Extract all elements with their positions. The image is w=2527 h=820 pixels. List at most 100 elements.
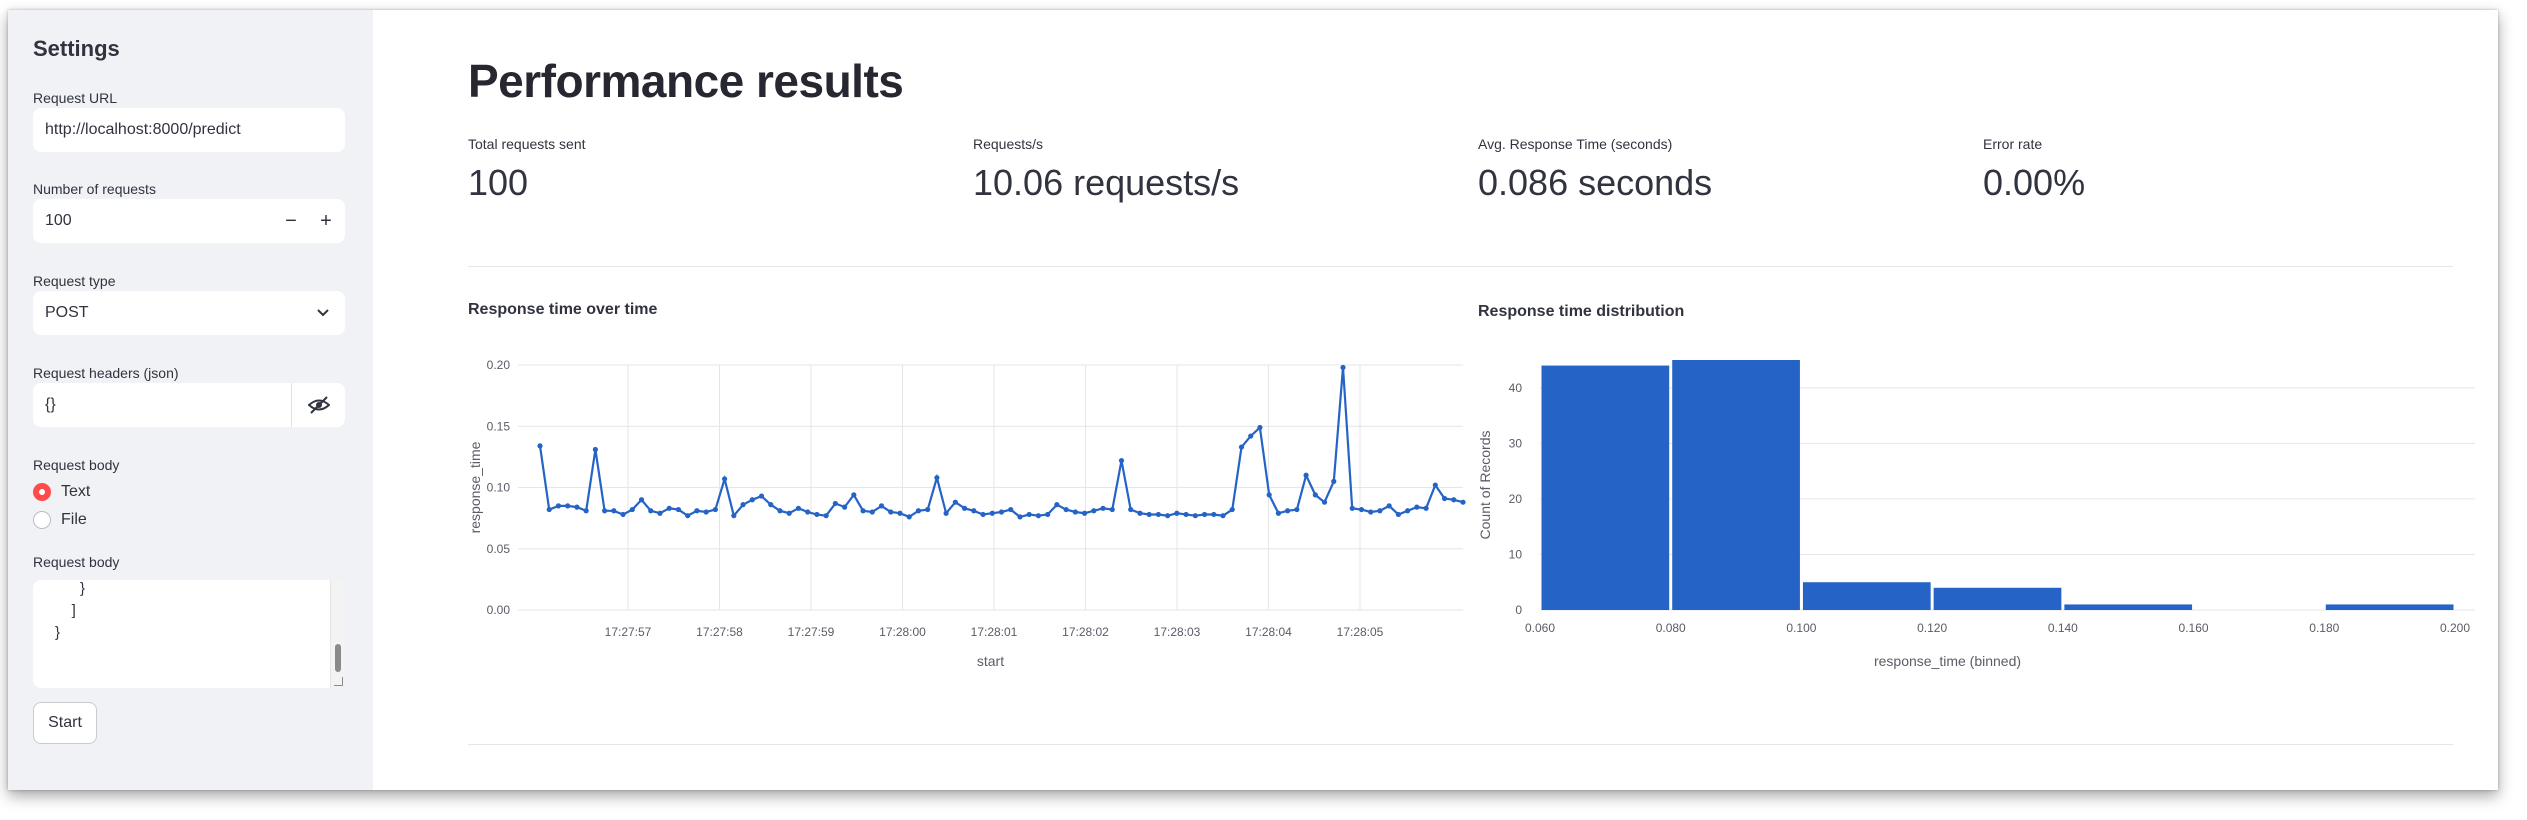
num-requests-input[interactable]: 100 − + (33, 199, 345, 243)
x-tick-label: 0.060 (1525, 621, 1555, 635)
data-point (971, 508, 977, 514)
data-point (638, 497, 645, 503)
data-point (611, 508, 617, 514)
data-point (1303, 472, 1309, 478)
data-point (1377, 508, 1383, 514)
data-point (1395, 511, 1401, 518)
decrement-button[interactable]: − (273, 199, 309, 243)
divider (468, 266, 2453, 267)
page-title: Performance results (468, 55, 904, 107)
url-input-value: http://localhost:8000/predict (45, 121, 241, 138)
data-point (786, 510, 792, 516)
data-point (897, 510, 903, 516)
data-point (731, 513, 737, 519)
metric-label: Avg. Response Time (seconds) (1478, 136, 1673, 152)
radio-file[interactable]: File (33, 511, 87, 529)
data-point (546, 506, 552, 513)
request-body-textarea[interactable]: } ] } (33, 580, 345, 688)
headers-value: {} (45, 396, 56, 413)
increment-button[interactable]: + (308, 199, 344, 243)
histogram-bar (2325, 604, 2454, 610)
data-point (1008, 506, 1014, 513)
data-point (648, 508, 654, 514)
data-point (961, 505, 968, 511)
data-point (823, 513, 829, 519)
url-label: Request URL (33, 90, 118, 106)
data-point (777, 508, 783, 514)
data-point (1340, 364, 1346, 371)
metric-label: Error rate (1983, 136, 2043, 152)
start-button[interactable]: Start (33, 702, 97, 744)
x-axis-title: response_time (binned) (1874, 653, 2021, 669)
metric-label: Total requests sent (468, 136, 586, 152)
x-tick-label: 0.160 (2179, 621, 2209, 635)
line-chart-title: Response time over time (468, 301, 658, 318)
data-point (1063, 506, 1069, 513)
metric-label: Requests/s (973, 136, 1044, 152)
x-tick-label: 0.200 (2440, 621, 2470, 635)
data-point (915, 508, 922, 514)
num-requests-label: Number of requests (33, 181, 156, 197)
textarea-scrollbar[interactable] (330, 580, 345, 688)
y-tick-label: 10 (1509, 547, 1523, 561)
response-time-line-chart: 0.00 0.05 0.10 0.15 0.20 17:27:57 17:27:58 17:2… (468, 358, 1466, 669)
x-tick-label: 17:28:05 (1337, 625, 1384, 639)
data-point (666, 505, 672, 511)
data-point (1451, 497, 1457, 503)
headers-input[interactable]: {} (33, 383, 345, 427)
request-type-select[interactable]: POST (33, 291, 345, 335)
resize-handle-icon[interactable] (334, 677, 343, 686)
chevron-down-icon (317, 309, 329, 317)
data-point (1423, 505, 1429, 511)
data-point (1460, 499, 1466, 505)
scrollbar-thumb[interactable] (335, 644, 341, 672)
series-line (538, 367, 1464, 519)
metric-avg-response-time: Avg. Response Time (seconds) 0.086 secon… (1478, 136, 1712, 204)
data-point (952, 499, 958, 505)
data-point (758, 493, 765, 499)
metric-value: 0.00% (1983, 162, 2086, 203)
data-point (795, 505, 802, 511)
radio-unselected-icon (33, 511, 51, 529)
toggle-visibility-button[interactable] (291, 383, 346, 427)
data-point (537, 443, 543, 449)
headers-label: Request headers (json) (33, 365, 179, 381)
body-type-label: Request body (33, 457, 120, 473)
data-point (629, 506, 635, 513)
data-point (1174, 510, 1180, 516)
data-point (1201, 511, 1208, 518)
data-point (1266, 492, 1272, 498)
data-point (1045, 511, 1051, 518)
histogram-bar (1933, 587, 2062, 610)
data-point (1026, 511, 1032, 518)
data-point (1331, 478, 1337, 484)
data-point (1432, 482, 1438, 488)
request-body-text: } ] } (55, 580, 86, 641)
sidebar: Settings Request URL http://localhost:80… (8, 10, 373, 790)
radio-file-label: File (61, 511, 87, 528)
data-point (1137, 510, 1143, 516)
data-point (583, 508, 589, 514)
url-input[interactable]: http://localhost:8000/predict (33, 108, 345, 152)
data-point (934, 475, 940, 481)
data-point (1285, 508, 1291, 514)
metric-value: 10.06 requests/s (973, 162, 1240, 203)
data-point (860, 508, 866, 514)
data-point (989, 510, 995, 516)
data-point (620, 511, 626, 518)
data-point (768, 502, 774, 508)
metric-value: 100 (468, 162, 529, 203)
data-point (888, 509, 894, 515)
y-axis-title: response_time (468, 441, 483, 533)
metric-total-requests: Total requests sent 100 (468, 136, 586, 204)
radio-text[interactable]: Text (33, 483, 90, 501)
data-point (555, 503, 562, 509)
data-point (1358, 506, 1365, 513)
data-point (592, 446, 598, 453)
data-point (1035, 513, 1042, 519)
y-axis-title: Count of Records (1478, 431, 1493, 540)
data-point (1155, 511, 1162, 518)
x-tick-label: 17:28:03 (1154, 625, 1201, 639)
data-point (1349, 505, 1355, 511)
request-type-label: Request type (33, 273, 116, 289)
